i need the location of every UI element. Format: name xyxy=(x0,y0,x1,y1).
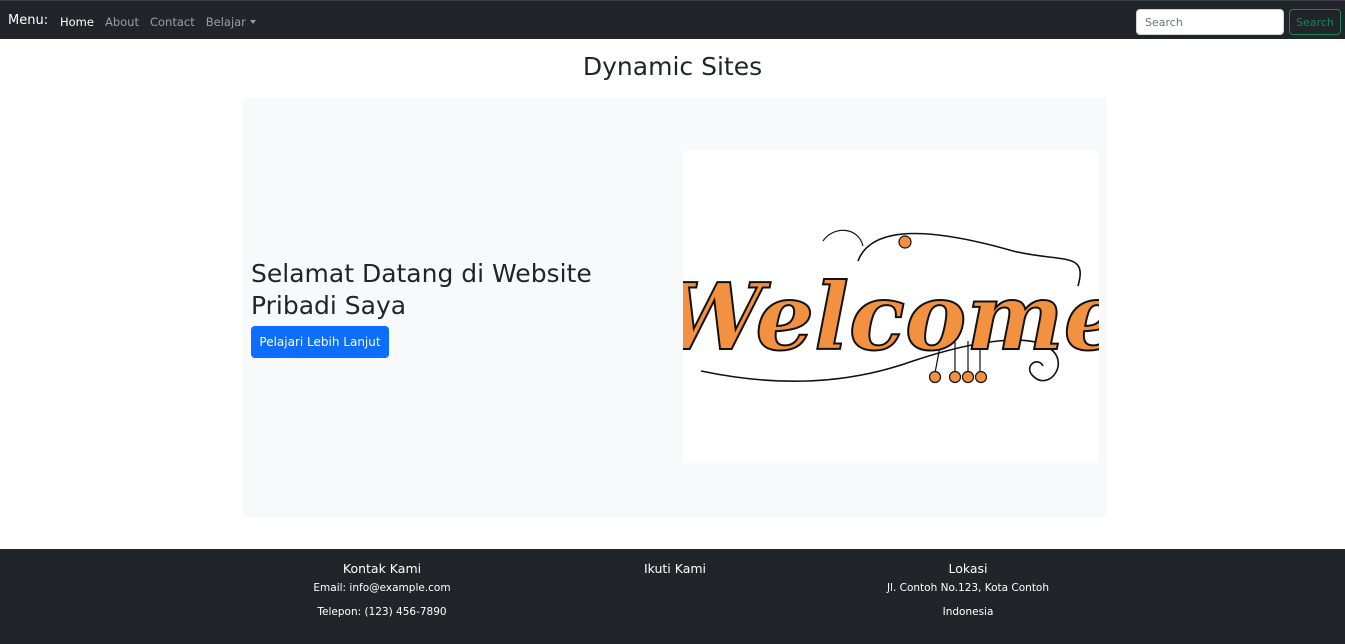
footer-follow-title: Ikuti Kami xyxy=(643,561,707,576)
footer-follow: Ikuti Kami xyxy=(525,561,825,582)
footer-phone: Telepon: (123) 456-7890 xyxy=(317,606,447,618)
search-input[interactable] xyxy=(1136,9,1284,35)
nav-links: Home About Contact Belajar xyxy=(60,15,267,29)
nav-dropdown-label: Belajar xyxy=(205,15,246,29)
welcome-text: Welcome xyxy=(683,263,1099,371)
footer: Kontak Kami Email: info@example.com Tele… xyxy=(0,549,1345,644)
learn-more-button[interactable]: Pelajari Lebih Lanjut xyxy=(251,326,389,358)
welcome-image: Welcome xyxy=(659,151,1123,463)
nav-dropdown-belajar[interactable]: Belajar xyxy=(206,15,256,29)
welcome-illustration: Welcome xyxy=(659,229,1123,384)
navbar-brand: Menu: xyxy=(8,13,49,28)
footer-email: Email: info@example.com xyxy=(313,582,451,594)
footer-address: Jl. Contoh No.123, Kota Contoh xyxy=(886,582,1050,594)
footer-contact-title: Kontak Kami xyxy=(342,561,422,576)
nav-link-about[interactable]: About xyxy=(105,15,139,29)
footer-location-title: Lokasi xyxy=(948,561,988,576)
nav-link-contact[interactable]: Contact xyxy=(150,15,195,29)
footer-country: Indonesia xyxy=(942,606,994,618)
caret-down-icon xyxy=(249,20,256,24)
search-button[interactable]: Search xyxy=(1289,9,1341,35)
nav-link-home[interactable]: Home xyxy=(60,15,94,29)
hero-section: Selamat Datang di Website Pribadi Saya P… xyxy=(243,98,1123,517)
page-title: Dynamic Sites xyxy=(582,52,763,81)
top-navbar: Menu: Home About Contact Belajar Search xyxy=(0,0,1345,39)
hero-heading: Selamat Datang di Website Pribadi Saya xyxy=(251,259,592,320)
footer-contact: Kontak Kami Email: info@example.com Tele… xyxy=(232,561,532,630)
footer-location: Lokasi Jl. Contoh No.123, Kota Contoh In… xyxy=(818,561,1118,630)
